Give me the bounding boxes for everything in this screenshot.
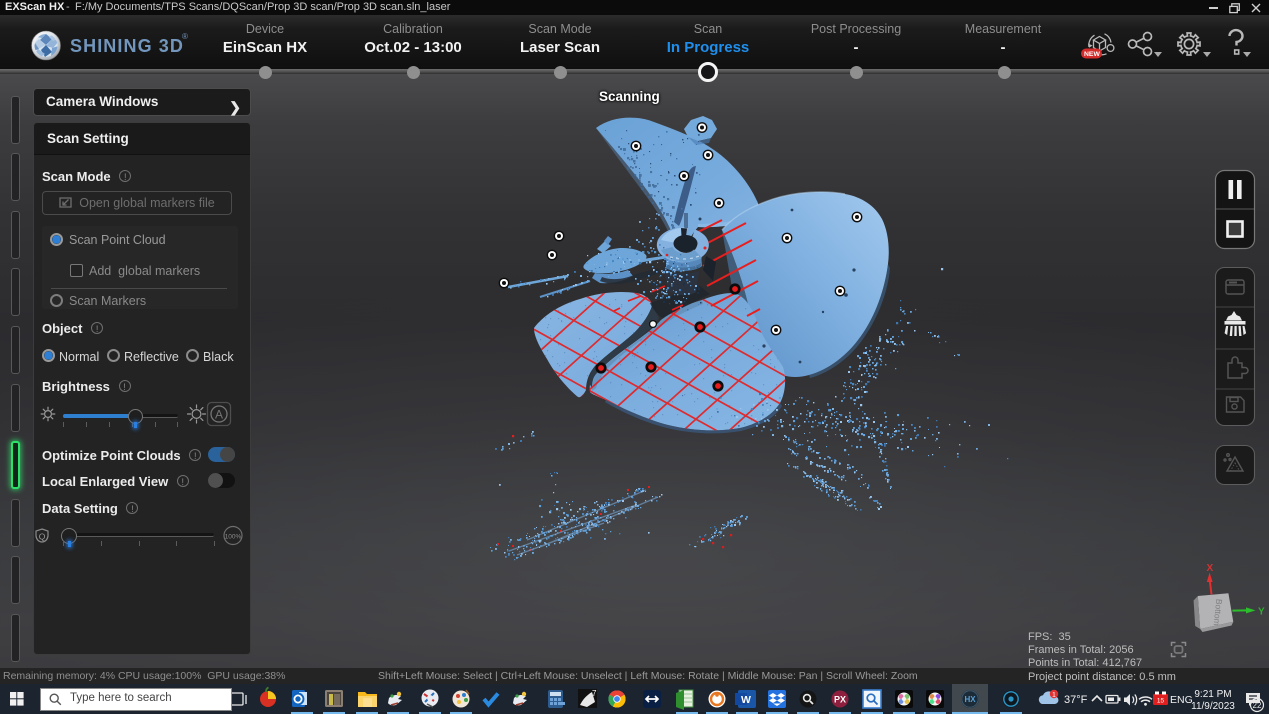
svg-text:7: 7 <box>592 689 597 698</box>
svg-text:SHINING 3D: SHINING 3D <box>70 36 184 56</box>
svg-text:X: X <box>1207 563 1214 574</box>
svg-text:A: A <box>215 408 223 422</box>
svg-text:Y: Y <box>1258 607 1265 618</box>
svg-text:22: 22 <box>1253 701 1262 710</box>
svg-text:HX: HX <box>964 695 976 704</box>
svg-text:15: 15 <box>1157 698 1165 705</box>
svg-text:Q: Q <box>39 532 46 542</box>
svg-text:37°F: 37°F <box>1064 694 1088 706</box>
svg-text:11/9/2023: 11/9/2023 <box>1191 701 1235 712</box>
svg-text:W: W <box>741 694 751 706</box>
svg-text:®: ® <box>182 32 188 41</box>
svg-text:100%: 100% <box>225 534 242 541</box>
svg-text:NEW: NEW <box>1084 51 1100 58</box>
svg-text:9:21 PM: 9:21 PM <box>1194 689 1231 700</box>
svg-text:ENG: ENG <box>1170 694 1193 706</box>
svg-text:1: 1 <box>1052 692 1056 699</box>
svg-text:PX: PX <box>834 695 846 705</box>
